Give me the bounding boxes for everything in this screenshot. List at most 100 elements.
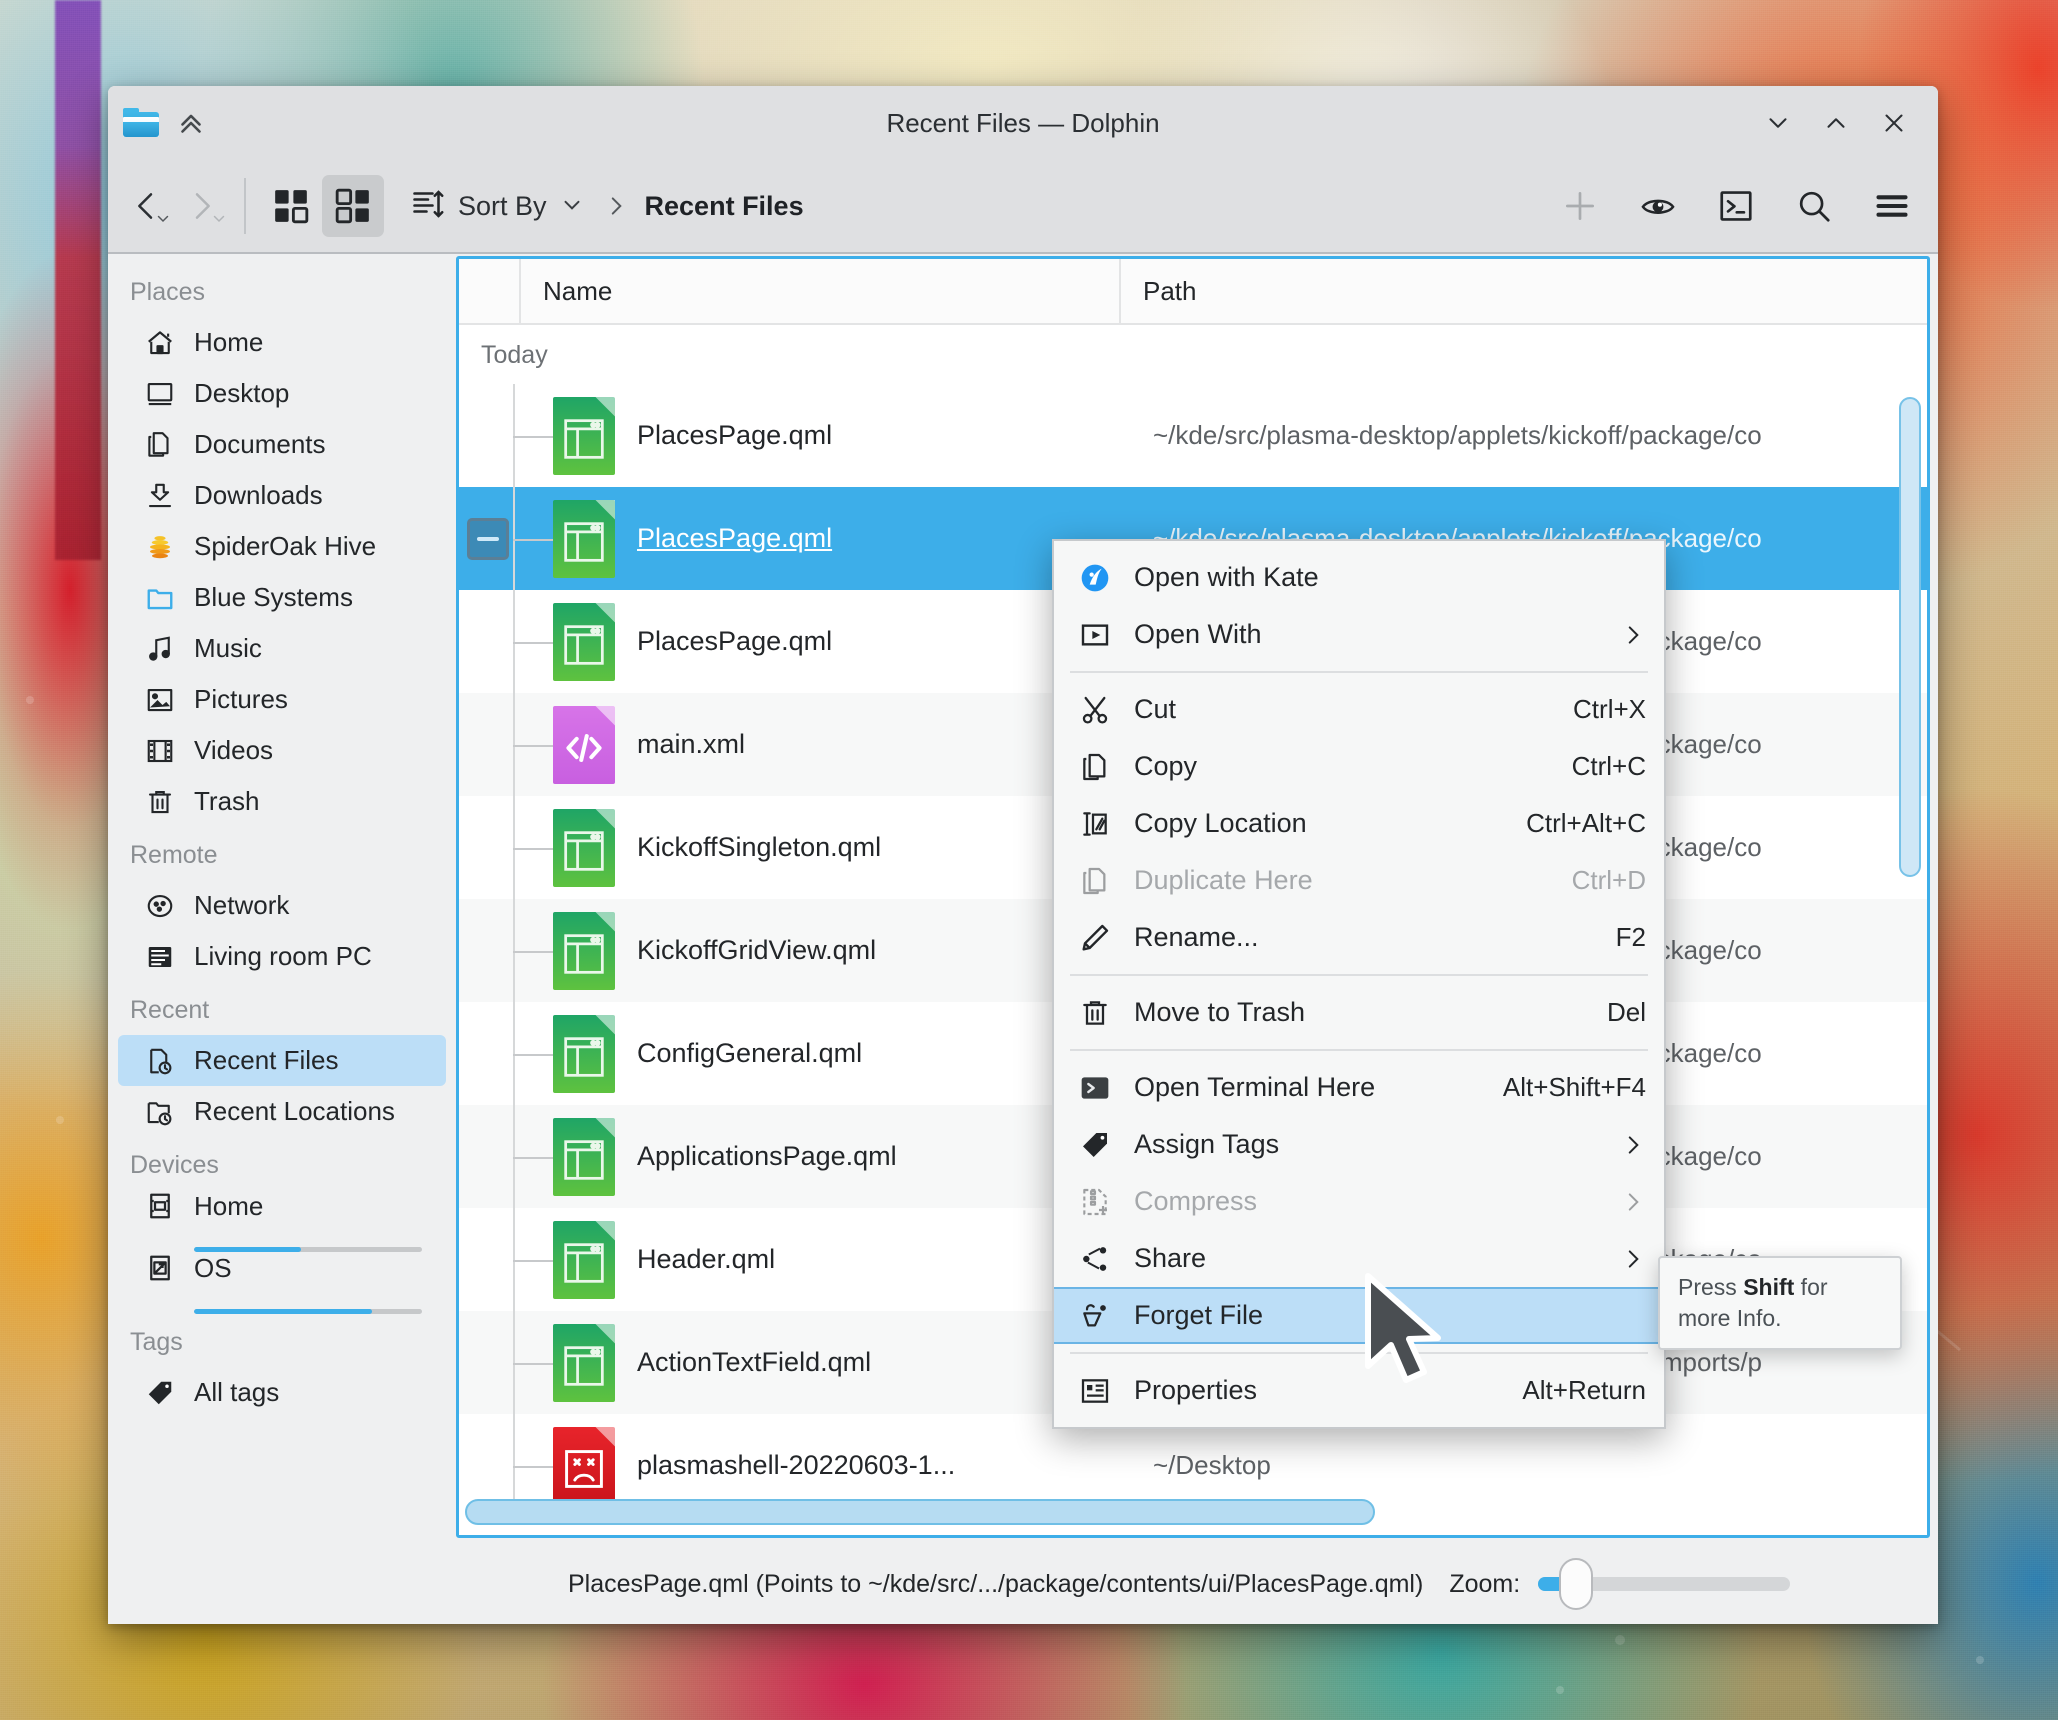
sidebar-section-remote: Remote (130, 841, 218, 869)
pictures-icon (144, 684, 176, 716)
sidebar-item-label: Music (194, 633, 262, 663)
download-icon (144, 480, 176, 512)
menu-item-open-terminal-here[interactable]: Open Terminal Here Alt+Shift+F4 (1054, 1059, 1664, 1116)
terminal-icon (1076, 1072, 1114, 1104)
horizontal-scrollbar[interactable] (465, 1499, 1376, 1525)
qml-file-icon (553, 1014, 615, 1093)
menu-item-duplicate-here: Duplicate Here Ctrl+D (1054, 852, 1664, 909)
qml-file-icon (553, 1220, 615, 1299)
sidebar-item-recent-files[interactable]: Recent Files (118, 1035, 446, 1086)
sidebar-item-all-tags[interactable]: All tags (118, 1367, 446, 1418)
sidebar-item-desktop[interactable]: Desktop (118, 368, 446, 419)
sidebar-item-blue-systems[interactable]: Blue Systems (118, 572, 446, 623)
menu-item-open-with-kate[interactable]: Open with Kate (1054, 549, 1664, 606)
terminal-icon[interactable] (1708, 178, 1764, 234)
sidebar-item-home[interactable]: Home (118, 317, 446, 368)
view-mode-icons-button[interactable] (260, 175, 322, 237)
forward-history-chevron-icon[interactable] (210, 209, 228, 232)
forget-file-icon (1076, 1300, 1114, 1332)
sort-icon (410, 186, 446, 227)
home-icon (144, 327, 176, 359)
forward-button[interactable] (174, 178, 230, 234)
column-header-checkbox[interactable] (459, 259, 521, 323)
sidebar-item-network[interactable]: Network (118, 880, 446, 931)
submenu-arrow-icon (1620, 622, 1646, 648)
menu-item-rename[interactable]: Rename... F2 (1054, 909, 1664, 966)
sidebar-item-label: Home (194, 327, 264, 357)
zoom-slider-handle[interactable] (1558, 1558, 1593, 1610)
menu-item-compress: Compress (1054, 1173, 1664, 1230)
breadcrumb-current[interactable]: Recent Files (637, 185, 812, 228)
trash-icon (1076, 997, 1114, 1029)
hamburger-menu-icon[interactable] (1864, 178, 1920, 234)
sort-by-chevron-icon (559, 191, 585, 222)
qml-file-icon (553, 602, 615, 681)
sidebar-item-label: Downloads (194, 480, 323, 510)
view-mode-details-button[interactable] (322, 175, 384, 237)
sidebar-item-recent-locations[interactable]: Recent Locations (118, 1086, 446, 1137)
hive-icon (144, 531, 176, 563)
vertical-scrollbar[interactable] (1899, 397, 1921, 877)
menu-item-cut[interactable]: Cut Ctrl+X (1054, 681, 1664, 738)
menu-separator (1070, 671, 1648, 673)
sidebar-item-videos[interactable]: Videos (118, 725, 446, 776)
deselect-checkbox[interactable] (467, 517, 509, 560)
row-tree-rail (459, 1208, 557, 1311)
menu-item-assign-tags[interactable]: Assign Tags (1054, 1116, 1664, 1173)
documents-icon (144, 429, 176, 461)
table-row[interactable]: PlacesPage.qml ~/kde/src/plasma-desktop/… (459, 384, 1927, 487)
menu-item-copy[interactable]: Copy Ctrl+C (1054, 738, 1664, 795)
new-tab-icon[interactable] (1552, 178, 1608, 234)
row-tree-rail (459, 590, 557, 693)
server-icon (144, 941, 176, 973)
sidebar-item-device-home[interactable]: Home (118, 1190, 446, 1252)
preview-icon[interactable] (1630, 178, 1686, 234)
menu-item-forget-file[interactable]: Forget File (1054, 1287, 1664, 1344)
back-history-chevron-icon[interactable] (154, 209, 172, 232)
drive-os-icon (144, 1252, 176, 1284)
sidebar-item-device-os[interactable]: OS (118, 1252, 446, 1314)
window-titlebar[interactable]: Recent Files — Dolphin (108, 86, 1938, 160)
qml-file-icon (553, 1323, 615, 1402)
collapse-chevron-icon[interactable] (174, 106, 208, 140)
sort-by-button[interactable]: Sort By (400, 178, 595, 235)
menu-item-label: Forget File (1134, 1300, 1264, 1330)
sidebar-item-spideroak-hive[interactable]: SpiderOak Hive (118, 521, 446, 572)
menu-item-properties[interactable]: Properties Alt+Return (1054, 1362, 1664, 1419)
column-header-name[interactable]: Name (521, 259, 1121, 323)
file-name: ActionTextField.qml (637, 1347, 872, 1377)
scissors-icon (1076, 694, 1114, 726)
sidebar-item-downloads[interactable]: Downloads (118, 470, 446, 521)
menu-item-copy-location[interactable]: Copy Location Ctrl+Alt+C (1054, 795, 1664, 852)
menu-item-shortcut: Del (1606, 997, 1646, 1027)
menu-item-label: Open With (1134, 619, 1262, 649)
pencil-icon (1076, 922, 1114, 954)
close-icon[interactable] (1868, 97, 1920, 149)
minimize-icon[interactable] (1752, 97, 1804, 149)
png-file-icon (553, 1426, 615, 1505)
menu-item-move-to-trash[interactable]: Move to Trash Del (1054, 984, 1664, 1041)
sidebar-section-recent: Recent (130, 996, 210, 1024)
sidebar-item-trash[interactable]: Trash (118, 776, 446, 827)
sidebar-item-pictures[interactable]: Pictures (118, 674, 446, 725)
file-context-menu: Open with Kate Open With Cut Ctrl+X Copy… (1052, 539, 1666, 1429)
back-button[interactable] (118, 178, 174, 234)
sidebar-item-label: Pictures (194, 684, 288, 714)
file-name: KickoffSingleton.qml (637, 832, 882, 862)
menu-item-label: Share (1134, 1243, 1207, 1273)
menu-item-share[interactable]: Share (1054, 1230, 1664, 1287)
menu-item-open-with[interactable]: Open With (1054, 606, 1664, 663)
sidebar-item-label: Living room PC (194, 941, 372, 971)
folder-icon (122, 104, 160, 142)
maximize-icon[interactable] (1810, 97, 1862, 149)
sidebar-item-living-room-pc[interactable]: Living room PC (118, 931, 446, 982)
sidebar-item-documents[interactable]: Documents (118, 419, 446, 470)
zoom-slider[interactable] (1538, 1558, 1791, 1610)
column-header-path[interactable]: Path (1121, 259, 1927, 323)
menu-item-label: Open Terminal Here (1134, 1072, 1376, 1102)
window-title: Recent Files — Dolphin (886, 107, 1160, 138)
menu-item-label: Copy Location (1134, 808, 1307, 838)
row-tree-rail (459, 796, 557, 899)
search-icon[interactable] (1786, 178, 1842, 234)
sidebar-item-music[interactable]: Music (118, 623, 446, 674)
